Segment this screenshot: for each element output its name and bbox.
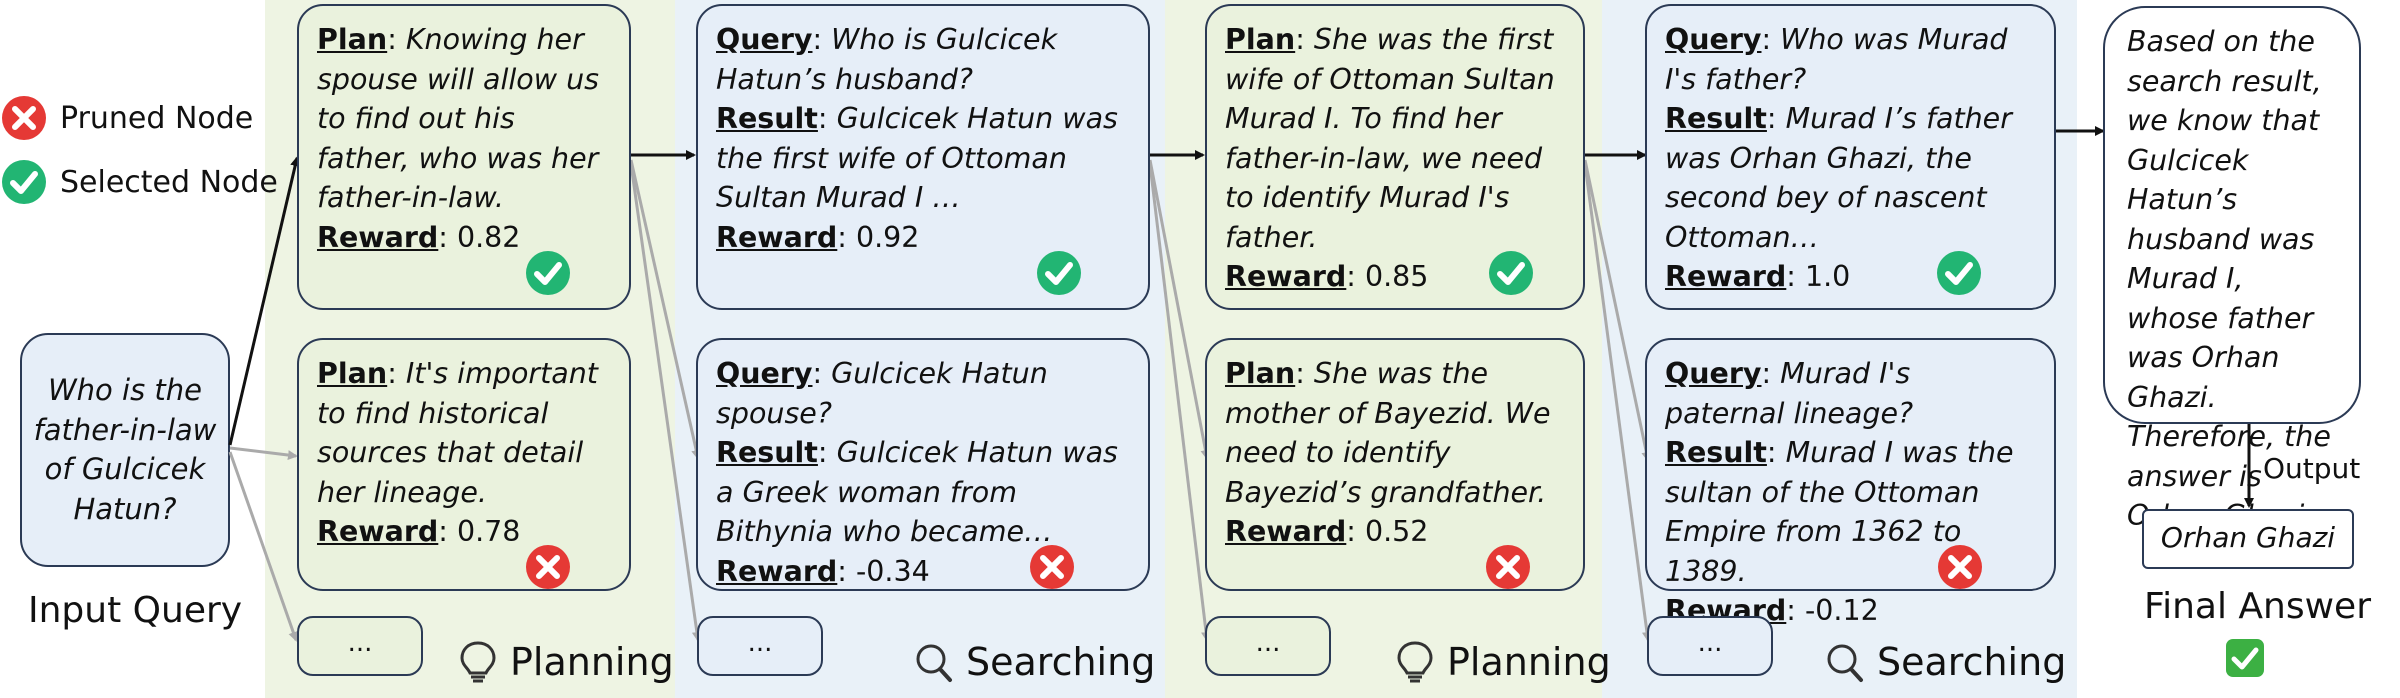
reward-value: 0.78 <box>456 515 521 548</box>
selected-icon <box>1037 251 1081 295</box>
check-mark-icon <box>2226 639 2264 677</box>
stage-label-planning-1: Planning <box>458 640 674 684</box>
reward-value: 1.0 <box>1804 260 1851 293</box>
magnifier-icon <box>916 644 952 682</box>
reward-value: -0.12 <box>1804 594 1879 627</box>
stage-label-searching-2: Searching <box>1825 640 2066 684</box>
reward-value: -0.34 <box>855 554 930 588</box>
output-label: Output <box>2263 452 2361 485</box>
final-answer-label: Final Answer <box>2144 586 2372 627</box>
selected-icon <box>1937 251 1981 295</box>
reward-value: 0.92 <box>855 220 920 254</box>
final-answer-box: Orhan Ghazi <box>2142 509 2354 569</box>
lightbulb-icon <box>460 641 496 683</box>
ellipsis-node: ... <box>1647 616 1773 676</box>
plan-text: She was the first wife of Ottoman Sultan… <box>1225 23 1555 254</box>
pruned-icon <box>1938 545 1982 589</box>
plan-node-1b: Plan: It's important to find historical … <box>297 338 631 591</box>
stage-label-searching-1: Searching <box>914 640 1155 684</box>
reward-value: 0.85 <box>1364 260 1429 293</box>
magnifier-icon <box>1827 644 1863 682</box>
plan-node-1a: Plan: Knowing her spouse will allow us t… <box>297 4 631 310</box>
ellipsis-node: ... <box>297 616 423 676</box>
selected-icon <box>1489 251 1533 295</box>
pruned-icon <box>1030 545 1074 589</box>
search-node-2b: Query: Murad I's paternal lineage? Resul… <box>1645 338 2056 627</box>
pruned-icon <box>526 545 570 589</box>
search-node-1b: Query: Gulcicek Hatun spouse? Result: Gu… <box>696 338 1150 591</box>
final-reasoning-box: Based on the search result, we know that… <box>2103 6 2361 532</box>
pruned-icon <box>1486 545 1530 589</box>
ellipsis-node: ... <box>1205 616 1331 676</box>
reward-value: 0.82 <box>456 220 521 254</box>
final-answer-text: Orhan Ghazi <box>2160 521 2336 554</box>
ellipsis-node: ... <box>697 616 823 676</box>
selected-icon <box>526 251 570 295</box>
lightbulb-icon <box>1397 641 1433 683</box>
search-node-2a: Query: Who was Murad I's father? Result:… <box>1645 4 2056 310</box>
reward-value: 0.52 <box>1364 515 1429 548</box>
stage-label-planning-2: Planning <box>1395 640 1611 684</box>
